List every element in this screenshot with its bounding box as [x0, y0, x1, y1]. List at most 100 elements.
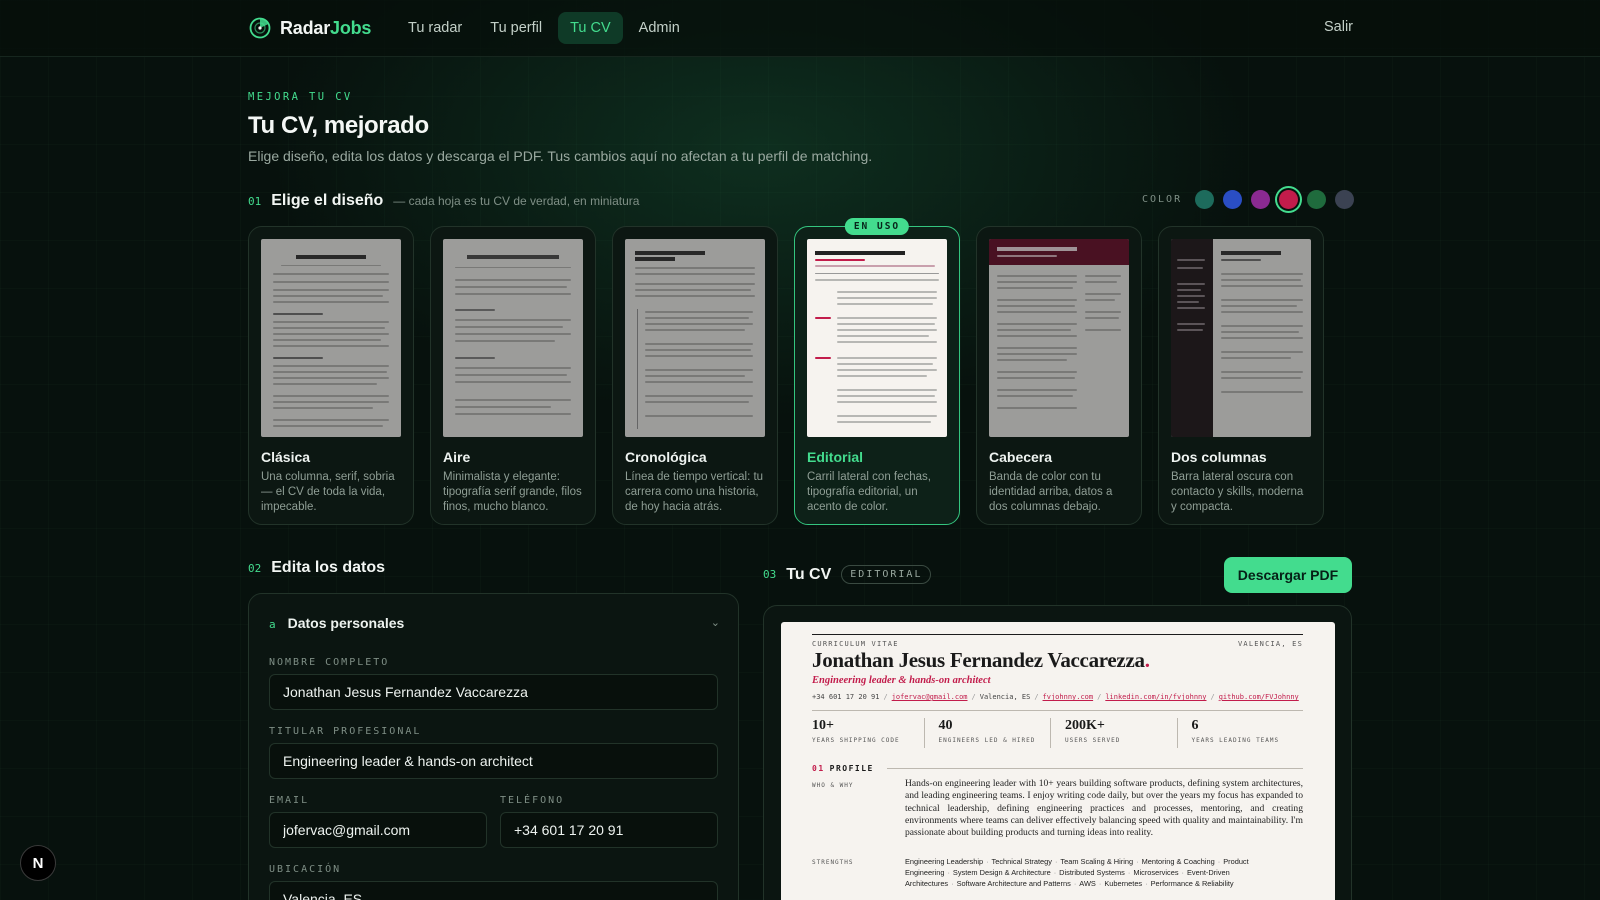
- template-name: Aire: [443, 449, 471, 465]
- cv-stat: 40 ENGINEERS LED & HIRED: [923, 718, 1051, 748]
- location-label: UBICACIÓN: [269, 864, 342, 875]
- template-name: Cabecera: [989, 449, 1053, 465]
- template-thumbnail: [625, 239, 765, 437]
- template-name: Clásica: [261, 449, 311, 465]
- nav-tu-perfil[interactable]: Tu perfil: [478, 12, 554, 44]
- template-card-cabecera[interactable]: Cabecera Banda de color con tu identidad…: [976, 226, 1142, 525]
- color-swatch-slate[interactable]: [1335, 190, 1355, 209]
- template-card-dos-columnas[interactable]: Dos columnas Barra lateral oscura con co…: [1158, 226, 1324, 525]
- template-name: Dos columnas: [1171, 449, 1267, 465]
- panel-header[interactable]: a Datos personales: [269, 615, 404, 631]
- template-name: Cronológica: [625, 449, 707, 465]
- template-description: Carril lateral con fechas, tipografía ed…: [807, 471, 931, 513]
- page-subtitle: Elige diseño, edita los datos y descarga…: [248, 148, 873, 164]
- personal-data-panel: a Datos personales ⌄ NOMBRE COMPLETO TIT…: [248, 593, 739, 900]
- cv-strength-item: Distributed Systems: [1059, 868, 1125, 877]
- cv-headline: Engineering leader & hands-on architect: [812, 675, 991, 686]
- top-rule: [812, 634, 1303, 635]
- section-number: 01: [248, 195, 262, 208]
- email-input[interactable]: [269, 812, 487, 848]
- color-swatch-green[interactable]: [1307, 190, 1327, 209]
- cv-strength-item: Technical Strategy: [991, 857, 1052, 866]
- cv-strength-item: Mentoring & Coaching: [1141, 857, 1215, 866]
- cv-stat: 6 YEARS LEADING TEAMS: [1176, 718, 1304, 748]
- template-card-clasica[interactable]: Clásica Una columna, serif, sobria — el …: [248, 226, 414, 525]
- cv-contact-line: +34 601 17 20 91/jofervac@gmail.com / Vale…: [812, 693, 1299, 701]
- download-pdf-button[interactable]: Descargar PDF: [1224, 557, 1352, 593]
- dev-tools-badge[interactable]: N: [20, 845, 56, 881]
- design-section-header: 01 Elige el diseño — cada hoja es tu CV …: [248, 192, 639, 210]
- section-title: Edita los datos: [271, 559, 386, 576]
- cv-email: jofervac@gmail.com: [891, 693, 968, 701]
- template-thumbnail: [443, 239, 583, 437]
- radar-logo-icon: [249, 17, 271, 39]
- color-picker: COLOR: [1142, 190, 1355, 209]
- template-description: Una columna, serif, sobria — el CV de to…: [261, 471, 395, 513]
- cv-name: Jonathan Jesus Fernandez Vaccarezza.: [812, 648, 1150, 672]
- active-template-badge: EN USO: [844, 218, 910, 235]
- color-swatch-purple[interactable]: [1251, 190, 1271, 209]
- nav-tu-cv[interactable]: Tu CV: [558, 12, 623, 44]
- cv-strength-item: Engineering Leadership: [905, 857, 984, 866]
- panel-letter: a: [269, 618, 276, 631]
- color-label: COLOR: [1142, 194, 1183, 205]
- cv-site: fvjohnny.com: [1042, 693, 1094, 701]
- template-card-aire[interactable]: Aire Minimalista y elegante: tipografía …: [430, 226, 596, 525]
- template-description: Minimalista y elegante: tipografía serif…: [443, 471, 582, 513]
- cv-strength-item: Software Architecture and Patterns: [956, 879, 1071, 888]
- cv-preview-page: CURRICULUM VITAE VALENCIA, ES Jonathan J…: [781, 622, 1335, 900]
- template-thumbnail: [807, 239, 947, 437]
- location-input[interactable]: [269, 881, 718, 900]
- brand-logo[interactable]: RadarJobs: [249, 17, 371, 39]
- phone-input[interactable]: [500, 812, 718, 848]
- cv-strength-item: Performance & Reliability: [1150, 879, 1234, 888]
- template-thumbnail: [261, 239, 401, 437]
- section-title: Elige el diseño: [271, 192, 384, 209]
- color-swatch-crimson[interactable]: [1279, 190, 1299, 209]
- cv-profile-side-label: WHO & WHY: [812, 782, 854, 789]
- panel-title: Datos personales: [287, 615, 405, 631]
- logout-link[interactable]: Salir: [1324, 19, 1353, 35]
- color-swatch-blue[interactable]: [1223, 190, 1243, 209]
- cv-phone: +34 601 17 20 91: [812, 693, 880, 701]
- section-title: Tu CV: [786, 565, 832, 583]
- brand-name: RadarJobs: [280, 17, 372, 38]
- color-swatch-teal[interactable]: [1195, 190, 1215, 209]
- cv-location-top: VALENCIA, ES: [1238, 640, 1303, 648]
- cv-strength-item: Kubernetes: [1104, 879, 1143, 888]
- phone-label: TELÉFONO: [500, 795, 565, 806]
- cv-strength-item: AWS: [1079, 879, 1096, 888]
- section-hint: — cada hoja es tu CV de verdad, en minia…: [393, 194, 640, 208]
- name-label: NOMBRE COMPLETO: [269, 657, 390, 668]
- chevron-down-icon[interactable]: ⌄: [711, 616, 720, 629]
- cv-strengths-label: STRENGTHS: [812, 859, 854, 866]
- template-pill: EDITORIAL: [841, 565, 932, 584]
- cv-location: Valencia, ES: [979, 693, 1031, 701]
- page-title: Tu CV, mejorado: [248, 112, 429, 139]
- template-card-cronologica[interactable]: Cronológica Línea de tiempo vertical: tu…: [612, 226, 778, 525]
- template-card-editorial[interactable]: EN USO Editorial Carril lateral con fech…: [794, 218, 960, 525]
- cv-linkedin: linkedin.com/in/fvjohnny: [1105, 693, 1207, 701]
- template-thumbnail: [1171, 239, 1311, 437]
- template-description: Barra lateral oscura con contacto y skil…: [1171, 471, 1304, 513]
- cv-github: github.com/FVJohnny: [1218, 693, 1299, 701]
- title-label: TITULAR PROFESIONAL: [269, 726, 422, 737]
- template-cards: Clásica Una columna, serif, sobria — el …: [248, 218, 1324, 525]
- template-description: Banda de color con tu identidad arriba, …: [989, 471, 1113, 513]
- cv-strength-item: Team Scaling & Hiring: [1060, 857, 1134, 866]
- cv-profile-heading: 01 PROFILE: [812, 764, 1303, 773]
- section-number: 02: [248, 562, 262, 575]
- top-nav-bar: RadarJobs Tu radar Tu perfil Tu CV Admin…: [0, 0, 1600, 57]
- email-label: EMAIL: [269, 795, 310, 806]
- contact-rule: [812, 710, 1303, 711]
- page-eyebrow: MEJORA TU CV: [248, 91, 353, 103]
- cv-strength-item: System Design & Architecture: [952, 868, 1051, 877]
- nav-admin[interactable]: Admin: [627, 12, 692, 44]
- professional-title-input[interactable]: [269, 743, 718, 779]
- cv-stats: 10+ YEARS SHIPPING CODE 40 ENGINEERS LED &…: [812, 718, 1303, 748]
- nav-tu-radar[interactable]: Tu radar: [396, 12, 474, 44]
- cv-stat: 10+ YEARS SHIPPING CODE: [812, 718, 900, 744]
- full-name-input[interactable]: [269, 674, 718, 710]
- cv-strength-item: Microservices: [1133, 868, 1179, 877]
- edit-section-header: 02 Edita los datos: [248, 559, 385, 577]
